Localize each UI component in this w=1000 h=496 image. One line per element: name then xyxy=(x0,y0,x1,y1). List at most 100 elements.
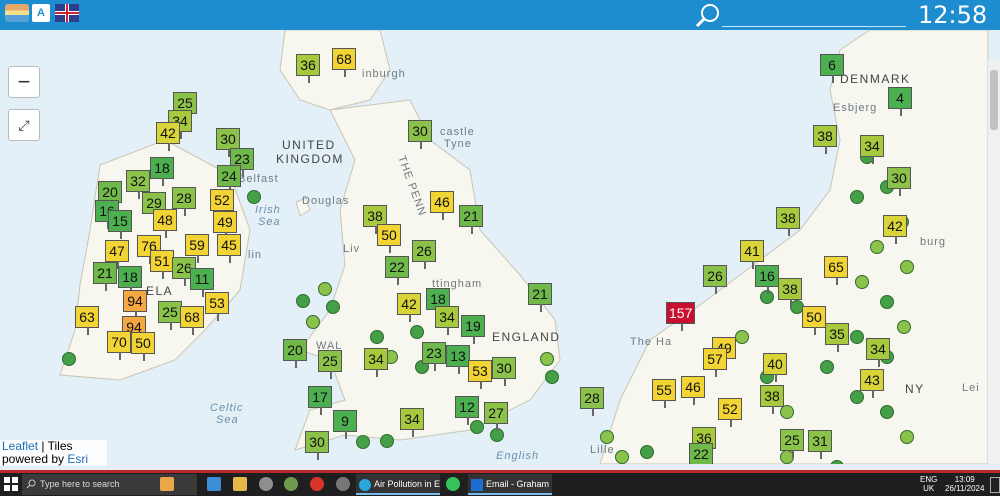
aqi-marker[interactable]: 35 xyxy=(825,323,849,352)
aqi-marker[interactable]: 38 xyxy=(813,125,837,154)
tray-clock[interactable]: 13:09 26/11/2024 xyxy=(945,475,984,493)
aqi-marker[interactable]: 52 xyxy=(210,189,234,218)
taskbar-app-email[interactable]: Email - Graham But... xyxy=(468,474,552,495)
aqi-marker[interactable]: 68 xyxy=(180,306,204,335)
aqi-marker[interactable]: 70 xyxy=(107,331,131,360)
aqi-marker[interactable]: 25 xyxy=(318,350,342,379)
aqi-marker[interactable]: 18 xyxy=(150,157,174,186)
fullscreen-button[interactable]: ⤢ xyxy=(8,109,40,141)
aqi-marker[interactable]: 26 xyxy=(703,265,727,294)
aqi-marker[interactable]: 38 xyxy=(776,207,800,236)
aqi-marker[interactable]: 27 xyxy=(484,402,508,431)
zoom-out-button[interactable]: − xyxy=(8,66,40,98)
whatsapp-icon[interactable] xyxy=(446,477,460,491)
aqi-marker[interactable]: 94 xyxy=(123,290,147,319)
station-dot[interactable] xyxy=(370,330,384,344)
scrollbar-thumb[interactable] xyxy=(990,70,998,130)
aqi-marker[interactable]: 6 xyxy=(820,54,844,83)
aqi-marker[interactable]: 46 xyxy=(681,376,705,405)
aqi-marker[interactable]: 52 xyxy=(718,398,742,427)
aqi-marker[interactable]: 30 xyxy=(408,120,432,149)
aqi-marker[interactable]: 42 xyxy=(397,293,421,322)
station-dot[interactable] xyxy=(470,420,484,434)
itunes-icon[interactable] xyxy=(259,477,273,491)
station-dot[interactable] xyxy=(850,330,864,344)
aqi-marker[interactable]: 68 xyxy=(332,48,356,77)
station-dot[interactable] xyxy=(615,450,629,464)
aqi-marker[interactable]: 40 xyxy=(763,353,787,382)
aqi-marker[interactable]: 50 xyxy=(377,224,401,253)
aqi-marker[interactable]: 17 xyxy=(308,386,332,415)
app-logo-icon[interactable] xyxy=(5,4,29,22)
station-dot[interactable] xyxy=(870,240,884,254)
aqi-marker[interactable]: 38 xyxy=(760,385,784,414)
aqi-marker[interactable]: 26 xyxy=(412,240,436,269)
aqi-marker[interactable]: 34 xyxy=(364,348,388,377)
aqi-marker[interactable]: 50 xyxy=(802,306,826,335)
aqi-marker[interactable]: 57 xyxy=(703,348,727,377)
aqi-marker[interactable]: 28 xyxy=(580,387,604,416)
aqi-marker[interactable]: 11 xyxy=(190,268,214,297)
aqi-marker[interactable]: 23 xyxy=(422,342,446,371)
aqi-marker[interactable]: 63 xyxy=(75,306,99,335)
aqi-marker[interactable]: 47 xyxy=(105,240,129,269)
station-dot[interactable] xyxy=(900,260,914,274)
aqi-marker[interactable]: 12 xyxy=(455,396,479,425)
aqi-marker[interactable]: 34 xyxy=(435,306,459,335)
station-dot[interactable] xyxy=(296,294,310,308)
station-dot[interactable] xyxy=(880,405,894,419)
notifications-icon[interactable] xyxy=(990,477,1000,493)
aqi-marker[interactable]: 25 xyxy=(780,429,804,458)
station-dot[interactable] xyxy=(356,435,370,449)
aqi-marker[interactable]: 157 xyxy=(666,302,696,331)
aqi-marker[interactable]: 30 xyxy=(887,167,911,196)
aqi-marker[interactable]: 34 xyxy=(400,408,424,437)
station-dot[interactable] xyxy=(247,190,261,204)
aqi-marker[interactable]: 18 xyxy=(118,266,142,295)
task-view-icon[interactable] xyxy=(207,477,221,491)
aqi-marker[interactable]: 65 xyxy=(824,256,848,285)
station-dot[interactable] xyxy=(735,330,749,344)
aqi-marker[interactable]: 28 xyxy=(172,187,196,216)
map-view[interactable]: − ⤢ DENMARK Esbjerg inburgh UNITED KINGD… xyxy=(0,30,1000,464)
aqi-marker[interactable]: 41 xyxy=(740,240,764,269)
aqi-marker[interactable]: 20 xyxy=(283,339,307,368)
scrollbar[interactable] xyxy=(988,60,1000,464)
station-dot[interactable] xyxy=(318,282,332,296)
aqi-marker[interactable]: 48 xyxy=(153,209,177,238)
translate-icon[interactable]: A xyxy=(32,4,50,22)
aqi-marker[interactable]: 21 xyxy=(528,283,552,312)
aqi-marker[interactable]: 34 xyxy=(866,338,890,367)
leaflet-link[interactable]: Leaflet xyxy=(2,439,38,453)
aqi-marker[interactable]: 55 xyxy=(652,379,676,408)
aqi-marker[interactable]: 21 xyxy=(93,262,117,291)
aqi-marker[interactable]: 42 xyxy=(156,122,180,151)
aqi-marker[interactable]: 49 xyxy=(213,211,237,240)
language-indicator[interactable]: ENG UK xyxy=(920,475,937,493)
station-dot[interactable] xyxy=(640,445,654,459)
aqi-marker[interactable]: 9 xyxy=(333,410,357,439)
aqi-marker[interactable]: 42 xyxy=(883,215,907,244)
aqi-marker[interactable]: 22 xyxy=(689,443,713,464)
windows-start-icon[interactable] xyxy=(4,477,18,491)
station-dot[interactable] xyxy=(545,370,559,384)
maps-pin-icon[interactable] xyxy=(310,477,324,491)
aqi-marker[interactable]: 30 xyxy=(492,357,516,386)
aqi-marker[interactable]: 38 xyxy=(778,278,802,307)
aqi-marker[interactable]: 32 xyxy=(126,170,150,199)
station-dot[interactable] xyxy=(855,275,869,289)
station-dot[interactable] xyxy=(880,295,894,309)
aqi-marker[interactable]: 25 xyxy=(158,301,182,330)
aqi-marker[interactable]: 22 xyxy=(385,256,409,285)
station-dot[interactable] xyxy=(820,360,834,374)
aqi-marker[interactable]: 16 xyxy=(755,265,779,294)
station-dot[interactable] xyxy=(850,190,864,204)
aqi-marker[interactable]: 4 xyxy=(888,87,912,116)
search-icon[interactable] xyxy=(693,2,723,28)
station-dot[interactable] xyxy=(897,320,911,334)
aqi-marker[interactable]: 53 xyxy=(468,360,492,389)
aqi-marker[interactable]: 15 xyxy=(108,210,132,239)
aqi-marker[interactable]: 50 xyxy=(131,332,155,361)
station-dot[interactable] xyxy=(62,352,76,366)
taskbar-app-edge-air-pollution[interactable]: Air Pollution in Eur... xyxy=(356,474,440,495)
